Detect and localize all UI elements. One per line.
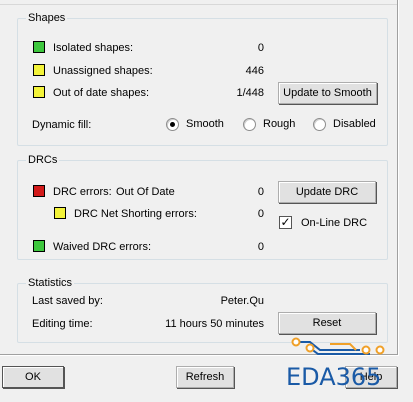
online-drc-checkbox[interactable]: ✓ <box>279 216 292 229</box>
last-saved-value: Peter.Qu <box>220 295 264 307</box>
isolated-shapes-label: Isolated shapes: <box>53 42 134 54</box>
dynamic-fill-label: Dynamic fill: <box>32 119 92 131</box>
out-of-date-shapes-value: 1/448 <box>236 87 264 99</box>
waived-status-icon <box>33 240 45 252</box>
last-saved-label: Last saved by: <box>32 295 103 307</box>
update-drc-button[interactable]: Update DRC <box>278 181 376 203</box>
waived-drc-value: 0 <box>257 241 264 253</box>
isolated-shapes-value: 0 <box>257 42 264 54</box>
net-shorting-label: DRC Net Shorting errors: <box>74 208 197 220</box>
radio-selected-dot <box>170 122 175 127</box>
update-to-smooth-button[interactable]: Update to Smooth <box>278 82 377 104</box>
drc-errors-status-icon <box>33 185 45 197</box>
drc-errors-value: 0 <box>257 186 264 198</box>
unassigned-shapes-label: Unassigned shapes: <box>53 65 153 77</box>
ok-button[interactable]: OK <box>2 366 64 388</box>
drc-errors-label: DRC errors: <box>53 186 112 198</box>
isolated-status-icon <box>33 41 45 53</box>
unassigned-status-icon <box>33 64 45 76</box>
top-divider <box>0 4 397 5</box>
out-of-date-shapes-label: Out of date shapes: <box>53 87 150 99</box>
unassigned-shapes-value: 446 <box>245 65 264 77</box>
drcs-group-title: DRCs <box>26 154 60 167</box>
editing-time-value: 11 hours 50 minutes <box>165 318 264 330</box>
tab-frame-right-highlight <box>398 0 399 355</box>
waived-drc-label: Waived DRC errors: <box>53 241 151 253</box>
online-drc-label[interactable]: On-Line DRC <box>301 216 367 230</box>
fill-rough-label[interactable]: Rough <box>263 117 295 131</box>
fill-smooth-radio[interactable] <box>166 118 179 131</box>
shapes-group-title: Shapes <box>26 12 68 25</box>
statistics-group-title: Statistics <box>26 277 75 290</box>
refresh-button[interactable]: Refresh <box>176 366 234 388</box>
out-of-date-status-icon <box>33 86 45 98</box>
net-shorting-status-icon <box>54 207 66 219</box>
watermark-logo: EDA365 <box>286 363 382 391</box>
fill-rough-radio[interactable] <box>243 118 256 131</box>
reset-button[interactable]: Reset <box>278 312 376 334</box>
fill-disabled-radio[interactable] <box>313 118 326 131</box>
fill-smooth-label[interactable]: Smooth <box>186 117 224 131</box>
drc-errors-status: Out Of Date <box>116 186 175 198</box>
fill-disabled-label[interactable]: Disabled <box>333 117 376 131</box>
editing-time-label: Editing time: <box>32 318 93 330</box>
watermark-circuit-graphic <box>291 337 385 355</box>
net-shorting-value: 0 <box>257 208 264 220</box>
